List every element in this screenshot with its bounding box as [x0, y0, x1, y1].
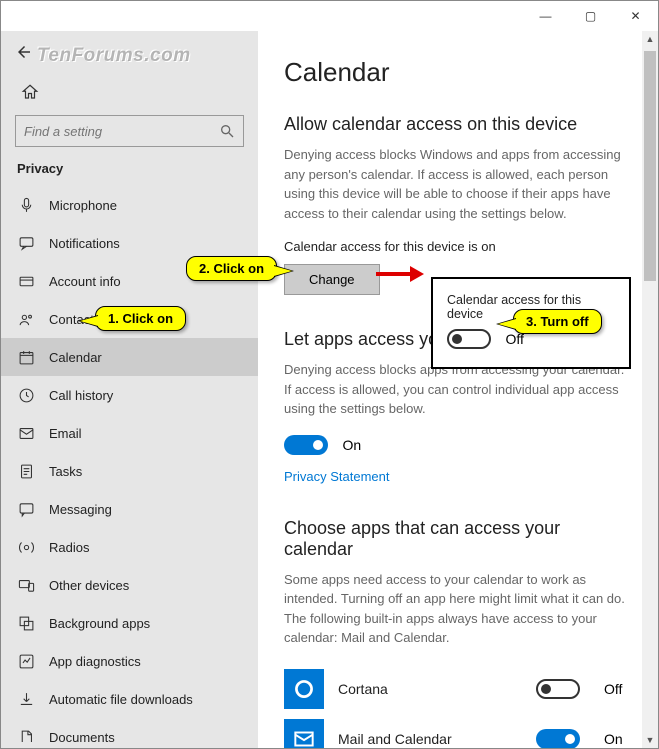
mic-icon [17, 197, 35, 214]
sidebar-item-label: Other devices [49, 578, 129, 593]
dl-icon [17, 691, 35, 708]
card-icon [17, 273, 35, 290]
diag-icon [17, 653, 35, 670]
sidebar-item-radios[interactable]: Radios [1, 528, 258, 566]
watermark: TenForums.com [37, 45, 191, 67]
sidebar-item-label: Notifications [49, 236, 120, 251]
scroll-up-icon[interactable]: ▲ [642, 31, 658, 47]
bg-icon [17, 615, 35, 632]
tasks-icon [17, 463, 35, 480]
sidebar-item-background-apps[interactable]: Background apps [1, 604, 258, 642]
category-heading: Privacy [1, 161, 258, 186]
sidebar-item-label: Background apps [49, 616, 150, 631]
toggle-label: On [604, 731, 632, 747]
change-button[interactable]: Change [284, 264, 380, 295]
annotation-callout-2: 2. Click on [186, 256, 277, 281]
toggle-label: Off [604, 681, 632, 697]
back-button[interactable] [9, 37, 39, 67]
radio-icon [17, 539, 35, 556]
sidebar-item-label: Messaging [49, 502, 112, 517]
section-heading: Allow calendar access on this device [284, 114, 632, 135]
main-panel: ▲ ▼ Calendar Allow calendar access on th… [258, 31, 658, 748]
contacts-icon [17, 311, 35, 328]
sidebar-item-tasks[interactable]: Tasks [1, 452, 258, 490]
sidebar-item-email[interactable]: Email [1, 414, 258, 452]
sidebar-item-automatic-file-downloads[interactable]: Automatic file downloads [1, 680, 258, 718]
page-title: Calendar [284, 57, 632, 88]
home-icon [21, 83, 39, 101]
sidebar-item-app-diagnostics[interactable]: App diagnostics [1, 642, 258, 680]
sidebar-item-microphone[interactable]: Microphone [1, 186, 258, 224]
app-toggle[interactable] [536, 679, 580, 699]
app-toggle[interactable] [536, 729, 580, 749]
section-description: Denying access blocks Windows and apps f… [284, 145, 632, 223]
sidebar-item-call-history[interactable]: Call history [1, 376, 258, 414]
app-name: Mail and Calendar [338, 731, 522, 747]
device-access-toggle[interactable] [447, 329, 491, 349]
sidebar-item-label: App diagnostics [49, 654, 141, 669]
minimize-button[interactable]: — [523, 1, 568, 31]
home-button[interactable] [15, 77, 45, 107]
sidebar: Privacy Microphone Notifications Account i… [1, 31, 258, 748]
mail-icon [17, 425, 35, 442]
sidebar-item-documents[interactable]: Documents [1, 718, 258, 742]
app-name: Cortana [338, 681, 522, 697]
sidebar-item-messaging[interactable]: Messaging [1, 490, 258, 528]
section-choose-apps: Choose apps that can access your calenda… [284, 518, 632, 749]
window-titlebar: — ▢ ✕ [1, 1, 658, 31]
close-button[interactable]: ✕ [613, 1, 658, 31]
app-row: Mail and Calendar On [284, 714, 632, 749]
sidebar-item-label: Call history [49, 388, 113, 403]
toggle-label: On [342, 437, 361, 453]
sidebar-item-label: Email [49, 426, 82, 441]
annotation-callout-1: 1. Click on [95, 306, 186, 331]
sidebar-item-label: Documents [49, 730, 115, 743]
sidebar-item-calendar[interactable]: Calendar [1, 338, 258, 376]
doc-icon [17, 729, 35, 743]
scrollbar[interactable]: ▲ ▼ [642, 31, 658, 748]
devices-icon [17, 577, 35, 594]
app-icon [284, 719, 324, 749]
arrow-left-icon [15, 43, 33, 61]
search-box[interactable] [15, 115, 244, 147]
section-heading: Choose apps that can access your calenda… [284, 518, 632, 560]
app-row: Cortana Off [284, 664, 632, 714]
annotation-arrow-icon [374, 263, 424, 285]
maximize-button[interactable]: ▢ [568, 1, 613, 31]
sidebar-item-label: Radios [49, 540, 89, 555]
privacy-statement-link[interactable]: Privacy Statement [284, 469, 632, 484]
sidebar-item-label: Automatic file downloads [49, 692, 193, 707]
app-icon [284, 669, 324, 709]
msg-icon [17, 501, 35, 518]
sidebar-item-label: Microphone [49, 198, 117, 213]
clock-icon [17, 387, 35, 404]
sidebar-item-label: Account info [49, 274, 121, 289]
search-icon [219, 123, 235, 139]
scroll-down-icon[interactable]: ▼ [642, 732, 658, 748]
section-description: Some apps need access to your calendar t… [284, 570, 632, 648]
sidebar-item-label: Tasks [49, 464, 82, 479]
apps-access-toggle[interactable] [284, 435, 328, 455]
calendar-icon [17, 349, 35, 366]
scroll-thumb[interactable] [644, 51, 656, 281]
search-input[interactable] [24, 124, 219, 139]
sidebar-item-other-devices[interactable]: Other devices [1, 566, 258, 604]
access-status: Calendar access for this device is on [284, 239, 632, 254]
annotation-callout-3: 3. Turn off [513, 309, 602, 334]
section-device-access: Allow calendar access on this device Den… [284, 114, 632, 295]
sidebar-item-label: Calendar [49, 350, 102, 365]
bubble-icon [17, 235, 35, 252]
